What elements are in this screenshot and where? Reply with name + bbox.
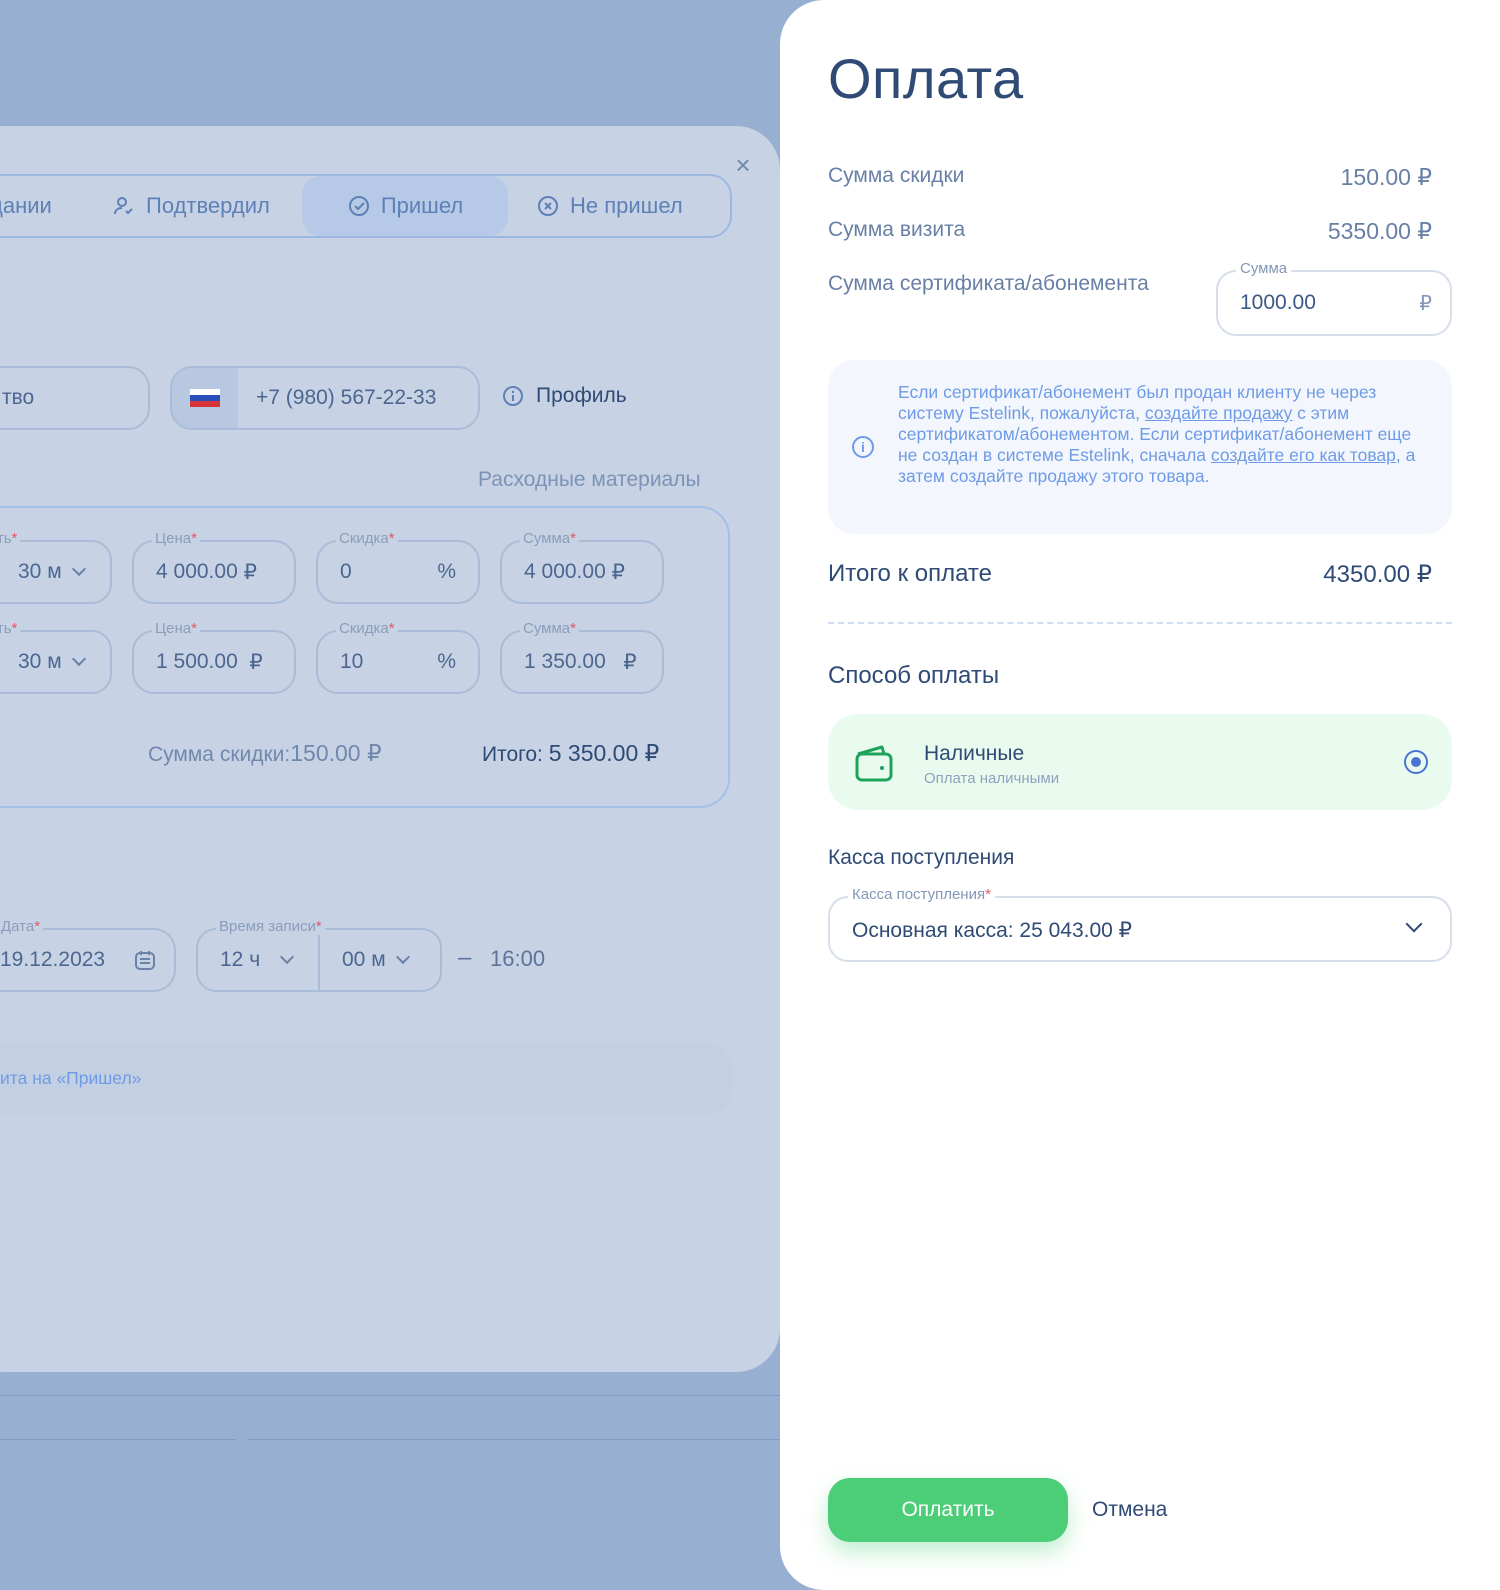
sum-field[interactable]: 1 350.00 ₽: [500, 630, 664, 694]
tab-confirmed[interactable]: Подтвердил: [112, 176, 270, 236]
payment-method-heading: Способ оплаты: [828, 662, 1000, 689]
price-label: Цена*: [152, 620, 200, 637]
sum-label: Сумма*: [520, 530, 579, 547]
close-icon[interactable]: ×: [732, 152, 754, 178]
visit-sum-label: Сумма визита: [828, 218, 966, 241]
discount-sum-value: 150.00 ₽: [1340, 164, 1432, 190]
chevron-down-icon: [280, 949, 295, 965]
payment-method-radio[interactable]: [1404, 750, 1428, 774]
create-as-product-link[interactable]: создайте его как товар: [1211, 445, 1396, 465]
calendar-icon: [135, 951, 155, 970]
hour-select[interactable]: 12 ч: [196, 928, 320, 992]
certificate-info-notice: i Если сертификат/абонемент был продан к…: [828, 360, 1452, 534]
discount-label: Скидка*: [336, 530, 398, 547]
discount-field[interactable]: 0%: [316, 540, 480, 604]
discount-summary: Сумма скидки:150.00 ₽: [148, 740, 382, 766]
cancel-button[interactable]: Отмена: [1086, 1478, 1173, 1542]
time-label: Время записи*: [216, 918, 325, 935]
certificate-sum-input[interactable]: Сумма 1000.00 ₽: [1216, 260, 1452, 336]
payment-method-cash[interactable]: Наличные Оплата наличными: [828, 714, 1452, 810]
date-field[interactable]: 19.12.2023: [0, 928, 176, 992]
duration-label: ость*: [0, 620, 21, 637]
duration-select[interactable]: 30 м: [0, 630, 112, 694]
divider: [828, 622, 1452, 624]
create-sale-link[interactable]: создайте продажу: [1145, 403, 1292, 423]
certificate-sum-field-label: Сумма: [1236, 260, 1292, 277]
flag-ru-icon: [172, 368, 238, 428]
sum-field[interactable]: 4 000.00 ₽: [500, 540, 664, 604]
tab-waiting[interactable]: дании: [0, 176, 52, 236]
page-title: Оплата: [828, 47, 1024, 110]
chevron-down-icon: [71, 561, 86, 577]
date-label: Дата*: [0, 918, 44, 935]
cashbox-heading: Касса поступления: [828, 846, 1015, 869]
info-text: Если сертификат/абонемент был продан кли…: [898, 382, 1416, 486]
total-to-pay-value: 4350.00 ₽: [1323, 561, 1432, 588]
info-icon: [503, 386, 523, 406]
price-label: Цена*: [152, 530, 200, 547]
cashbox-value: Основная касса: 25 043.00 ₽: [852, 919, 1133, 942]
visit-modal: × дании Подтвердил Пришел Не пришел тво …: [0, 126, 780, 1372]
chevron-down-icon: [71, 651, 86, 667]
client-field[interactable]: тво: [0, 366, 150, 430]
x-circle-icon: [538, 196, 558, 216]
price-field[interactable]: 1 500.00 ₽: [132, 630, 296, 694]
sum-label: Сумма*: [520, 620, 579, 637]
chevron-down-icon: [1405, 915, 1423, 933]
services-box: 30 м 4 000.00 ₽ Цена* 0% Скидка* 4 000.0…: [0, 506, 730, 808]
discount-sum-label: Сумма скидки: [828, 164, 965, 187]
payment-panel: Оплата Сумма скидки 150.00 ₽ Сумма визит…: [780, 0, 1500, 1590]
cashbox-select[interactable]: Касса поступления* Основная касса: 25 04…: [828, 886, 1452, 962]
cashbox-field-label: Касса поступления*: [848, 886, 995, 903]
payment-method-description: Оплата наличными: [924, 770, 1060, 787]
discount-label: Скидка*: [336, 620, 398, 637]
time-dash: –: [458, 944, 472, 971]
tab-arrived[interactable]: Пришел: [302, 176, 508, 236]
visit-sum-value: 5350.00 ₽: [1327, 218, 1432, 244]
status-notice: ита на «Пришел»: [0, 1044, 732, 1114]
materials-link[interactable]: Расходные материалы: [478, 468, 701, 492]
currency-label: ₽: [1419, 293, 1432, 315]
background-table-lines: [0, 1395, 800, 1555]
profile-link[interactable]: Профиль: [502, 384, 627, 408]
status-tabs: дании Подтвердил Пришел Не пришел: [0, 174, 732, 238]
wallet-icon: [855, 745, 893, 782]
chevron-down-icon: [395, 949, 410, 965]
price-field[interactable]: 4 000.00 ₽: [132, 540, 296, 604]
duration-label: ость*: [0, 530, 21, 547]
pay-button[interactable]: Оплатить: [828, 1478, 1068, 1542]
end-time: 16:00: [490, 946, 546, 971]
discount-field[interactable]: 10%: [316, 630, 480, 694]
total-to-pay-label: Итого к оплате: [828, 560, 992, 587]
total-summary: Итого: 5 350.00 ₽: [482, 740, 660, 766]
phone-field[interactable]: +7 (980) 567-22-33: [170, 366, 480, 430]
info-icon: i: [852, 436, 874, 458]
certificate-sum-label: Сумма сертификата/абонемента: [828, 272, 1149, 295]
check-circle-icon: [348, 196, 369, 216]
payment-method-name: Наличные: [924, 742, 1025, 765]
tab-not-arrived[interactable]: Не пришел: [536, 176, 683, 236]
minute-select[interactable]: 00 м: [318, 928, 442, 992]
certificate-sum-value: 1000.00: [1240, 291, 1316, 314]
user-check-icon: [114, 197, 133, 215]
duration-select[interactable]: 30 м: [0, 540, 112, 604]
